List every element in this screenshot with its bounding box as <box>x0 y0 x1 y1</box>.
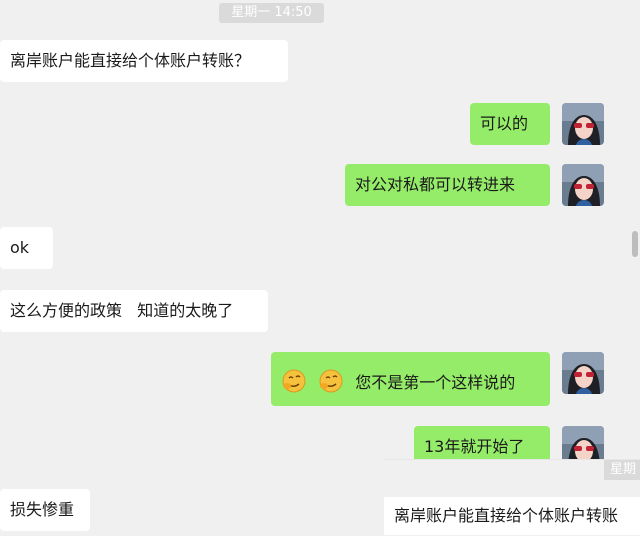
avatar-image <box>562 164 604 206</box>
scrollbar-thumb[interactable] <box>632 231 638 257</box>
smirk-face-icon <box>318 368 344 399</box>
message-text: 可以的 <box>480 114 529 133</box>
message-text: 对公对私都可以转进来 <box>355 175 516 194</box>
avatar[interactable] <box>562 103 604 145</box>
preview-timestamp: 星期 <box>604 460 640 480</box>
message-text: 离岸账户能直接给个体账户转账？ <box>10 51 251 70</box>
message-bubble-incoming[interactable]: 损失惨重 <box>0 489 90 531</box>
smirk-face-icon <box>281 368 307 399</box>
avatar[interactable] <box>562 164 604 206</box>
message-bubble-outgoing[interactable]: 对公对私都可以转进来 <box>345 164 550 206</box>
avatar[interactable] <box>562 352 604 394</box>
preview-message[interactable]: 离岸账户能直接给个体账户转账 <box>384 497 640 535</box>
message-bubble-outgoing[interactable]: 您不是第一个这样说的 <box>271 352 550 406</box>
message-bubble-incoming[interactable]: 离岸账户能直接给个体账户转账？ <box>0 40 288 82</box>
avatar-image <box>562 352 604 394</box>
message-text: 这么方便的政策 知道的太晚了 <box>10 301 234 320</box>
avatar-image <box>562 103 604 145</box>
message-bubble-incoming[interactable]: 这么方便的政策 知道的太晚了 <box>0 290 268 332</box>
message-text: ok <box>10 238 30 257</box>
message-bubble-outgoing[interactable]: 可以的 <box>470 103 550 145</box>
message-text: 您不是第一个这样说的 <box>355 373 516 392</box>
message-bubble-incoming[interactable]: ok <box>0 227 53 269</box>
timestamp: 星期一 14:50 <box>219 3 324 23</box>
message-text: 损失惨重 <box>10 500 75 519</box>
message-text: 13年就开始了 <box>424 437 525 456</box>
